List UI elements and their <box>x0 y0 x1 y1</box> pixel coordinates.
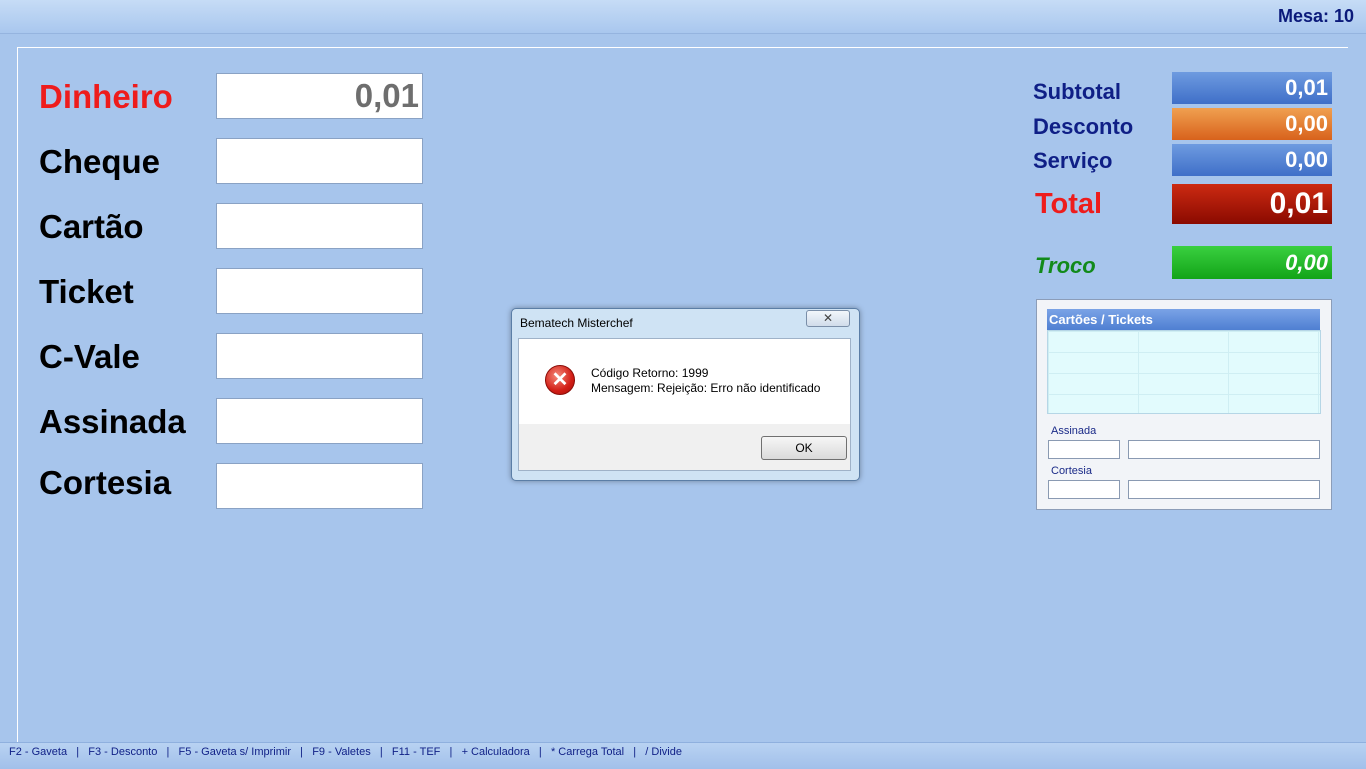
error-icon: ✕ <box>545 365 575 395</box>
top-bar: Mesa: 10 <box>0 0 1366 34</box>
subtotal-label: Subtotal <box>1033 79 1121 104</box>
cortesia-small-label: Cortesia <box>1051 465 1092 477</box>
dialog-title: Bematech Misterchef <box>520 316 633 330</box>
payment-label-ticket: Ticket <box>39 273 134 310</box>
assinada-small-label: Assinada <box>1051 425 1097 437</box>
cortesia-input[interactable] <box>216 463 423 509</box>
cards-tickets-header: Cartões / Tickets <box>1047 309 1320 330</box>
dialog-message: Mensagem: Rejeição: Erro não identificad… <box>591 381 821 395</box>
payment-label-cheque: Cheque <box>39 143 161 180</box>
subtotal-value: 0,01 <box>1172 72 1332 104</box>
dialog-return-code: Código Retorno: 1999 <box>591 366 709 380</box>
assinada-name-field[interactable] <box>1128 440 1320 459</box>
cortesia-code-field[interactable] <box>1048 480 1120 499</box>
table-number: Mesa: 10 <box>1277 6 1354 26</box>
payment-label-dinheiro: Dinheiro <box>39 78 173 115</box>
payment-label-c-vale: C-Vale <box>39 338 140 375</box>
assinada-code-field[interactable] <box>1048 440 1120 459</box>
error-dialog: Bematech Misterchef ✕ ✕ Código Retorno: … <box>511 308 860 481</box>
payment-label-cartao: Cartão <box>39 208 144 245</box>
cards-tickets-grid[interactable] <box>1047 330 1321 414</box>
servico-value: 0,00 <box>1172 144 1332 176</box>
shortcut-list: F2 - Gaveta | F3 - Desconto | F5 - Gavet… <box>9 746 682 758</box>
ticket-input[interactable] <box>216 268 423 314</box>
cards-tickets-panel: Cartões / Tickets Assinada Cortesia <box>1036 299 1332 510</box>
close-icon[interactable]: ✕ <box>806 310 850 327</box>
troco-label: Troco <box>1035 253 1096 278</box>
ok-button[interactable]: OK <box>761 436 847 460</box>
total-label: Total <box>1035 188 1103 220</box>
cortesia-name-field[interactable] <box>1128 480 1320 499</box>
cheque-input[interactable] <box>216 138 423 184</box>
shortcut-bar: F2 - Gaveta | F3 - Desconto | F5 - Gavet… <box>0 742 1366 769</box>
troco-value: 0,00 <box>1172 246 1332 279</box>
assinada-input[interactable] <box>216 398 423 444</box>
dinheiro-input[interactable]: 0,01 <box>216 73 423 119</box>
cartao-input[interactable] <box>216 203 423 249</box>
dialog-footer: OK <box>519 424 850 470</box>
dialog-body: ✕ Código Retorno: 1999 Mensagem: Rejeiçã… <box>518 338 851 471</box>
c-vale-input[interactable] <box>216 333 423 379</box>
desconto-value: 0,00 <box>1172 108 1332 140</box>
payment-label-cortesia: Cortesia <box>39 464 172 501</box>
servico-label: Serviço <box>1033 148 1113 173</box>
desconto-label: Desconto <box>1033 114 1134 139</box>
total-value: 0,01 <box>1172 184 1332 224</box>
payment-label-assinada: Assinada <box>39 403 186 440</box>
